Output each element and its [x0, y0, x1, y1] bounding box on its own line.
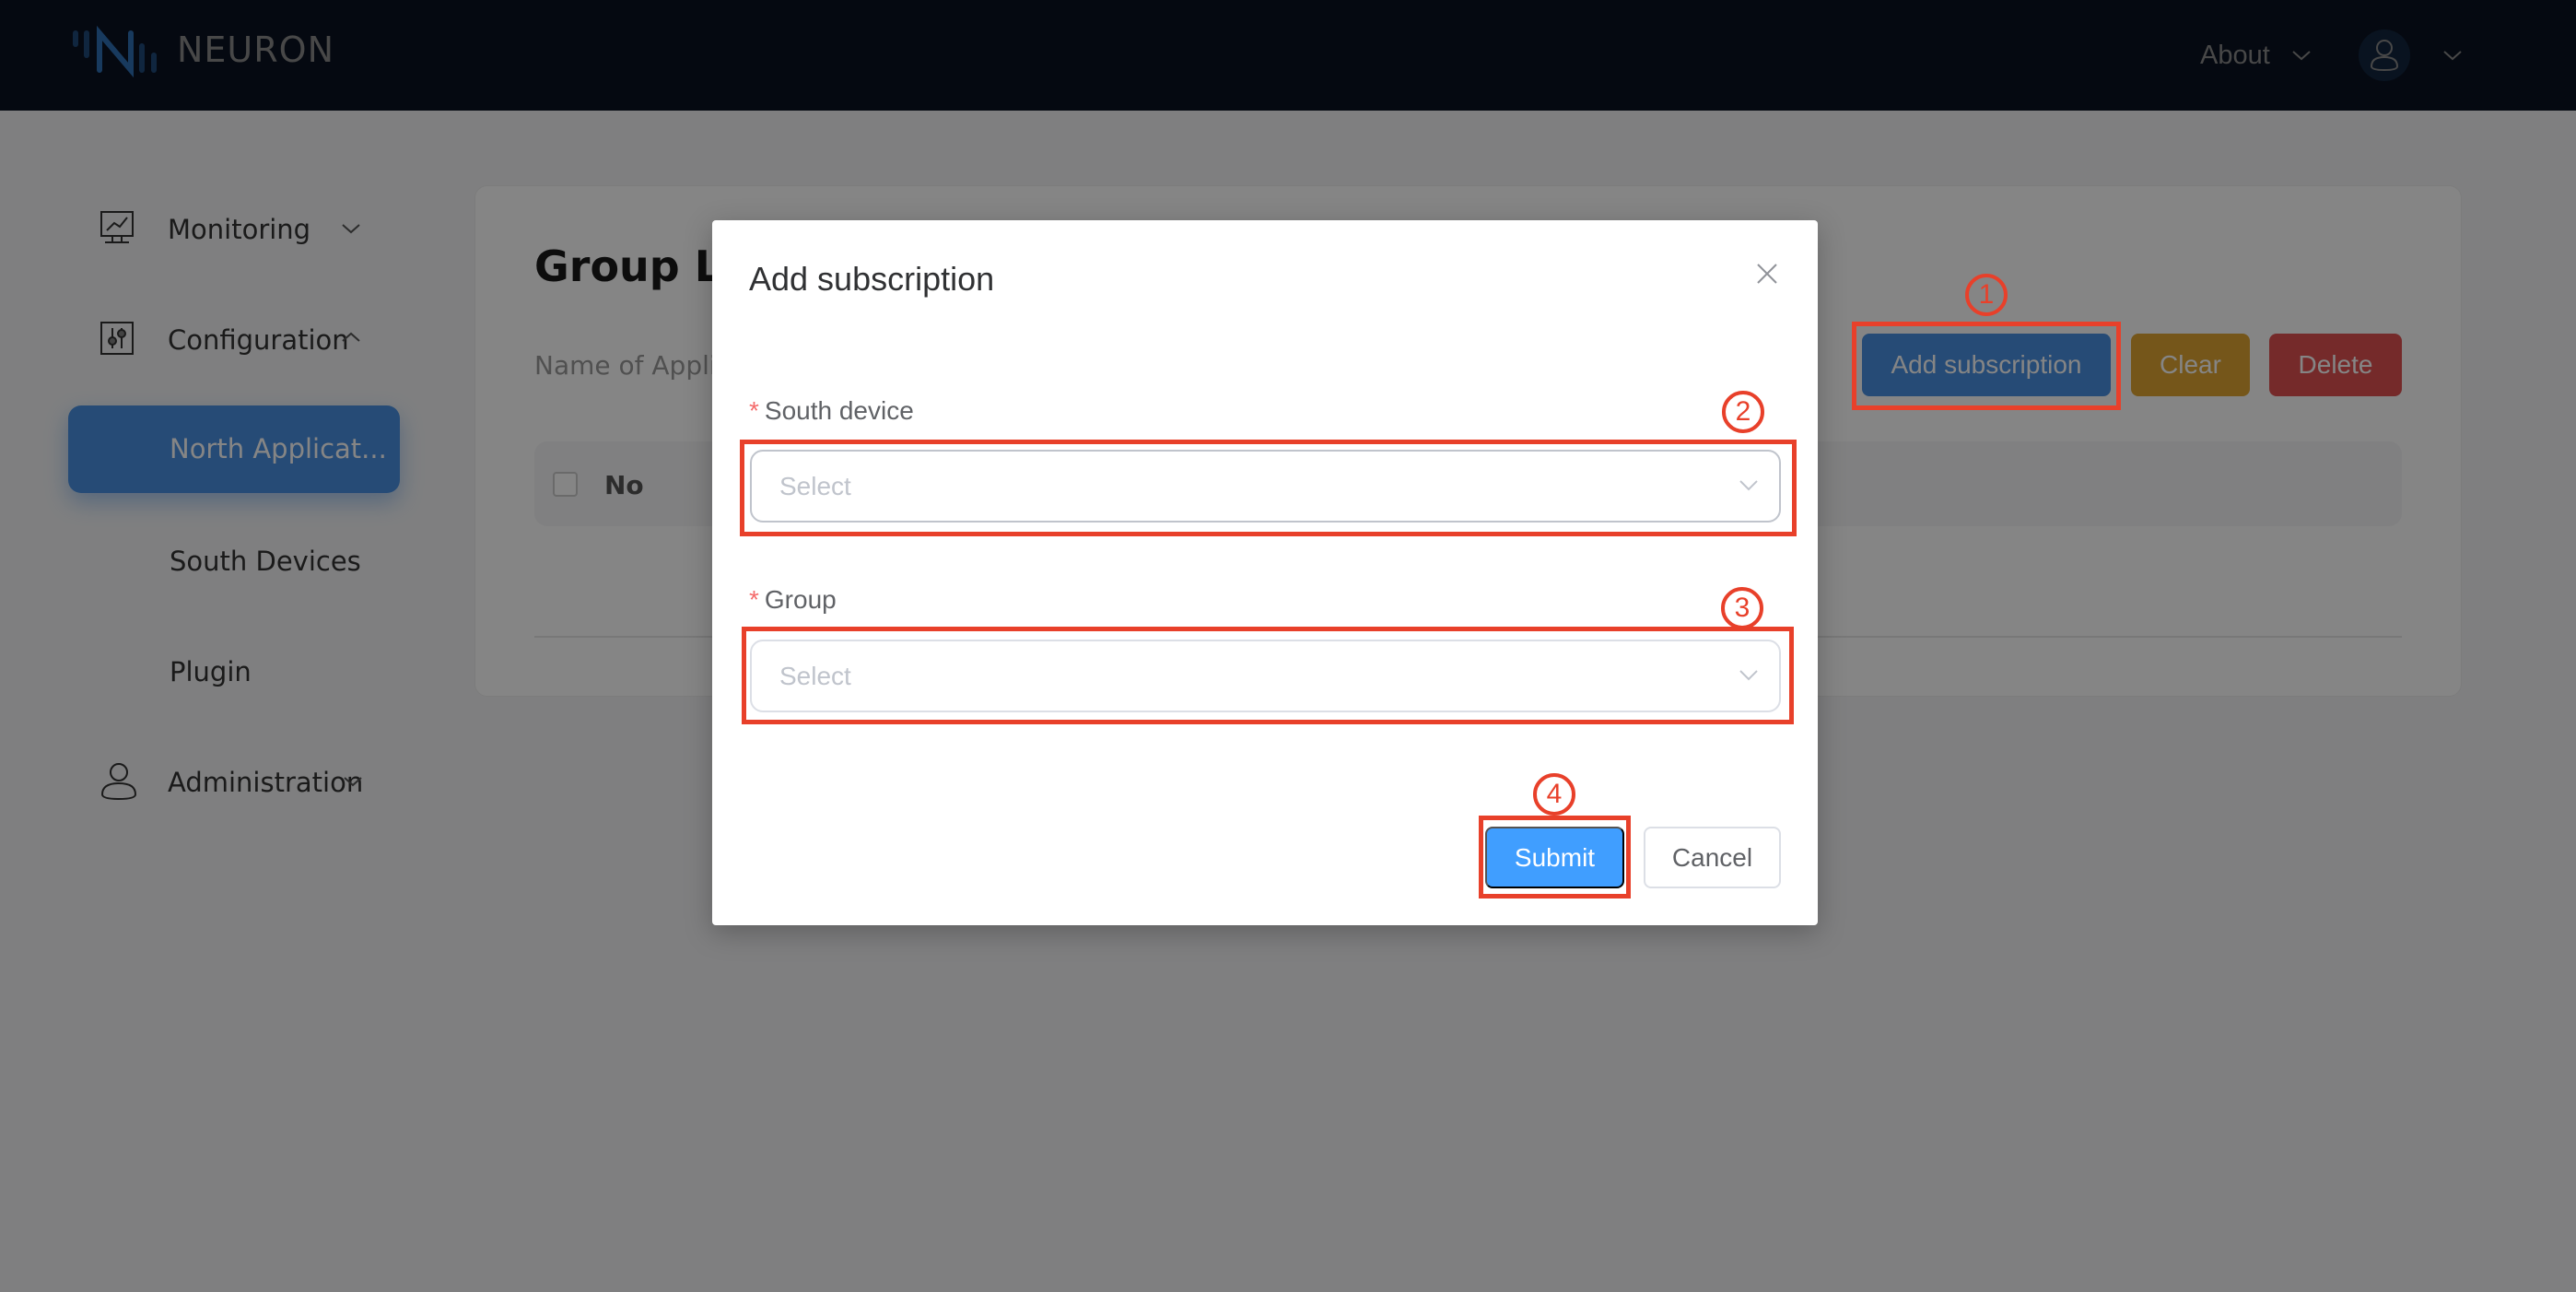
- required-mark: *: [749, 585, 759, 614]
- cancel-button[interactable]: Cancel: [1644, 827, 1781, 888]
- required-mark: *: [749, 396, 759, 425]
- annotation-box-2: [740, 440, 1797, 536]
- annotation-box-3: [742, 627, 1794, 724]
- annotation-number-2: 2: [1722, 391, 1764, 433]
- add-subscription-dialog: [712, 220, 1818, 925]
- annotation-box-1: [1852, 322, 2121, 410]
- field-label-text: South device: [764, 396, 914, 425]
- dialog-title: Add subscription: [749, 260, 995, 298]
- annotation-number-1: 1: [1965, 274, 2008, 316]
- annotation-number-4: 4: [1533, 773, 1575, 816]
- annotation-box-4: [1479, 816, 1631, 899]
- south-device-label: * South device: [749, 396, 914, 426]
- annotation-number-3: 3: [1721, 587, 1763, 629]
- group-label: * Group: [749, 585, 837, 615]
- close-icon[interactable]: [1755, 262, 1779, 286]
- field-label-text: Group: [764, 585, 837, 614]
